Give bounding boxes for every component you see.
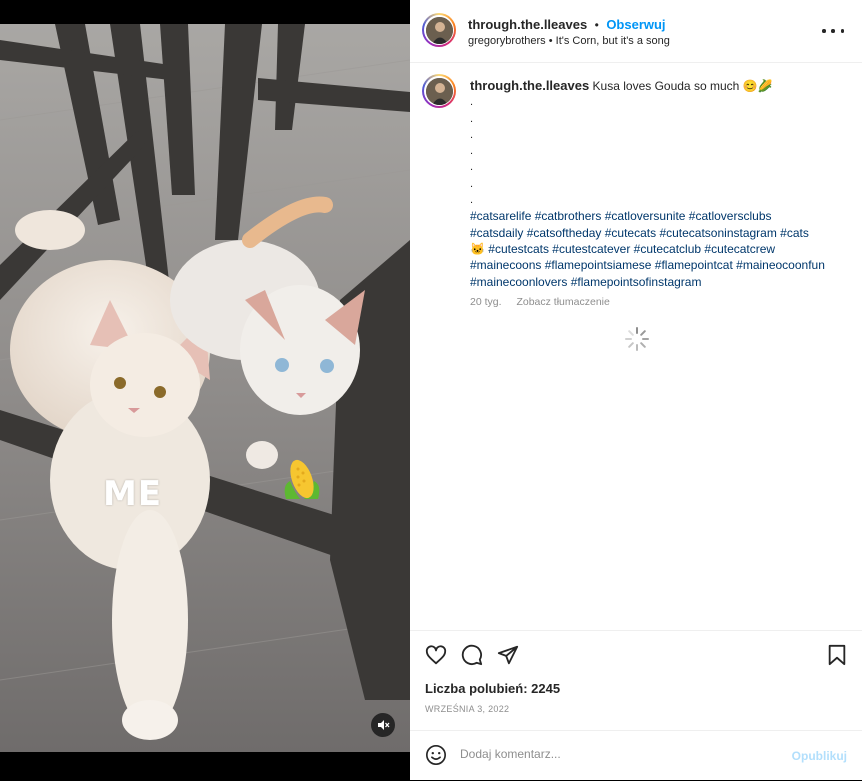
mute-button[interactable] <box>371 713 395 737</box>
follow-button[interactable]: Obserwuj <box>606 17 665 32</box>
translate-link[interactable]: Zobacz tłumaczenie <box>516 296 609 308</box>
audio-separator: • <box>548 35 556 47</box>
caption-text: Kusa loves Gouda so much 😊🌽 <box>592 79 773 93</box>
mute-icon <box>378 720 390 730</box>
hashtag-line[interactable]: #catsarelife #catbrothers #catloversunit… <box>470 208 848 224</box>
post-caption: through.the.lleaves Kusa loves Gouda so … <box>470 78 848 290</box>
publish-button[interactable]: Opublikuj <box>792 749 847 763</box>
corn-sticker <box>284 459 320 499</box>
send-icon[interactable] <box>497 644 519 666</box>
hashtag-line[interactable]: #catsdaily #catsoftheday #cutecats #cute… <box>470 225 848 241</box>
post-actions <box>410 630 862 679</box>
caption-author-avatar[interactable] <box>422 74 456 108</box>
avatar-image <box>425 77 453 105</box>
post-video-frame <box>0 0 410 780</box>
likes-count[interactable]: Liczba polubień: 2245 <box>425 681 560 696</box>
audio-title[interactable]: It's Corn, but it's a song <box>556 35 670 47</box>
media-overlay-text: ME <box>103 474 163 514</box>
bookmark-icon[interactable] <box>827 644 847 666</box>
hashtag-line[interactable]: #mainecoons #flamepointsiamese #flamepoi… <box>470 257 848 273</box>
comment-icon[interactable] <box>461 644 483 666</box>
heart-icon[interactable] <box>425 644 447 666</box>
hashtag-line[interactable]: #mainecoonlovers #flamepointsofinstagram <box>470 274 848 290</box>
more-options-icon[interactable] <box>822 22 844 40</box>
audio-artist[interactable]: gregorybrothers <box>468 35 546 47</box>
caption-age[interactable]: 20 tyg. <box>470 296 502 308</box>
comment-form: Opublikuj <box>410 730 862 781</box>
header-separator: • <box>594 18 599 32</box>
caption-meta: 20 tyg. Zobacz tłumaczenie <box>470 296 622 308</box>
post-side-panel: through.the.lleaves • Obserwuj gregorybr… <box>410 0 862 780</box>
post-header: through.the.lleaves • Obserwuj gregorybr… <box>410 0 862 63</box>
loading-spinner-icon <box>625 327 649 351</box>
emoji-icon[interactable] <box>425 744 447 766</box>
caption-dots: . . . . . . . <box>470 96 474 207</box>
author-username[interactable]: through.the.lleaves <box>468 17 587 32</box>
comment-input[interactable] <box>460 747 780 761</box>
post-media[interactable]: ME <box>0 0 410 780</box>
author-avatar[interactable] <box>422 13 456 47</box>
hashtag-line[interactable]: 🐱 #cutestcats #cutestcatever #cutecatclu… <box>470 241 848 257</box>
post-date[interactable]: WRZEŚNIA 3, 2022 <box>425 704 509 714</box>
caption-author[interactable]: through.the.lleaves <box>470 78 589 93</box>
avatar-image <box>425 16 453 44</box>
